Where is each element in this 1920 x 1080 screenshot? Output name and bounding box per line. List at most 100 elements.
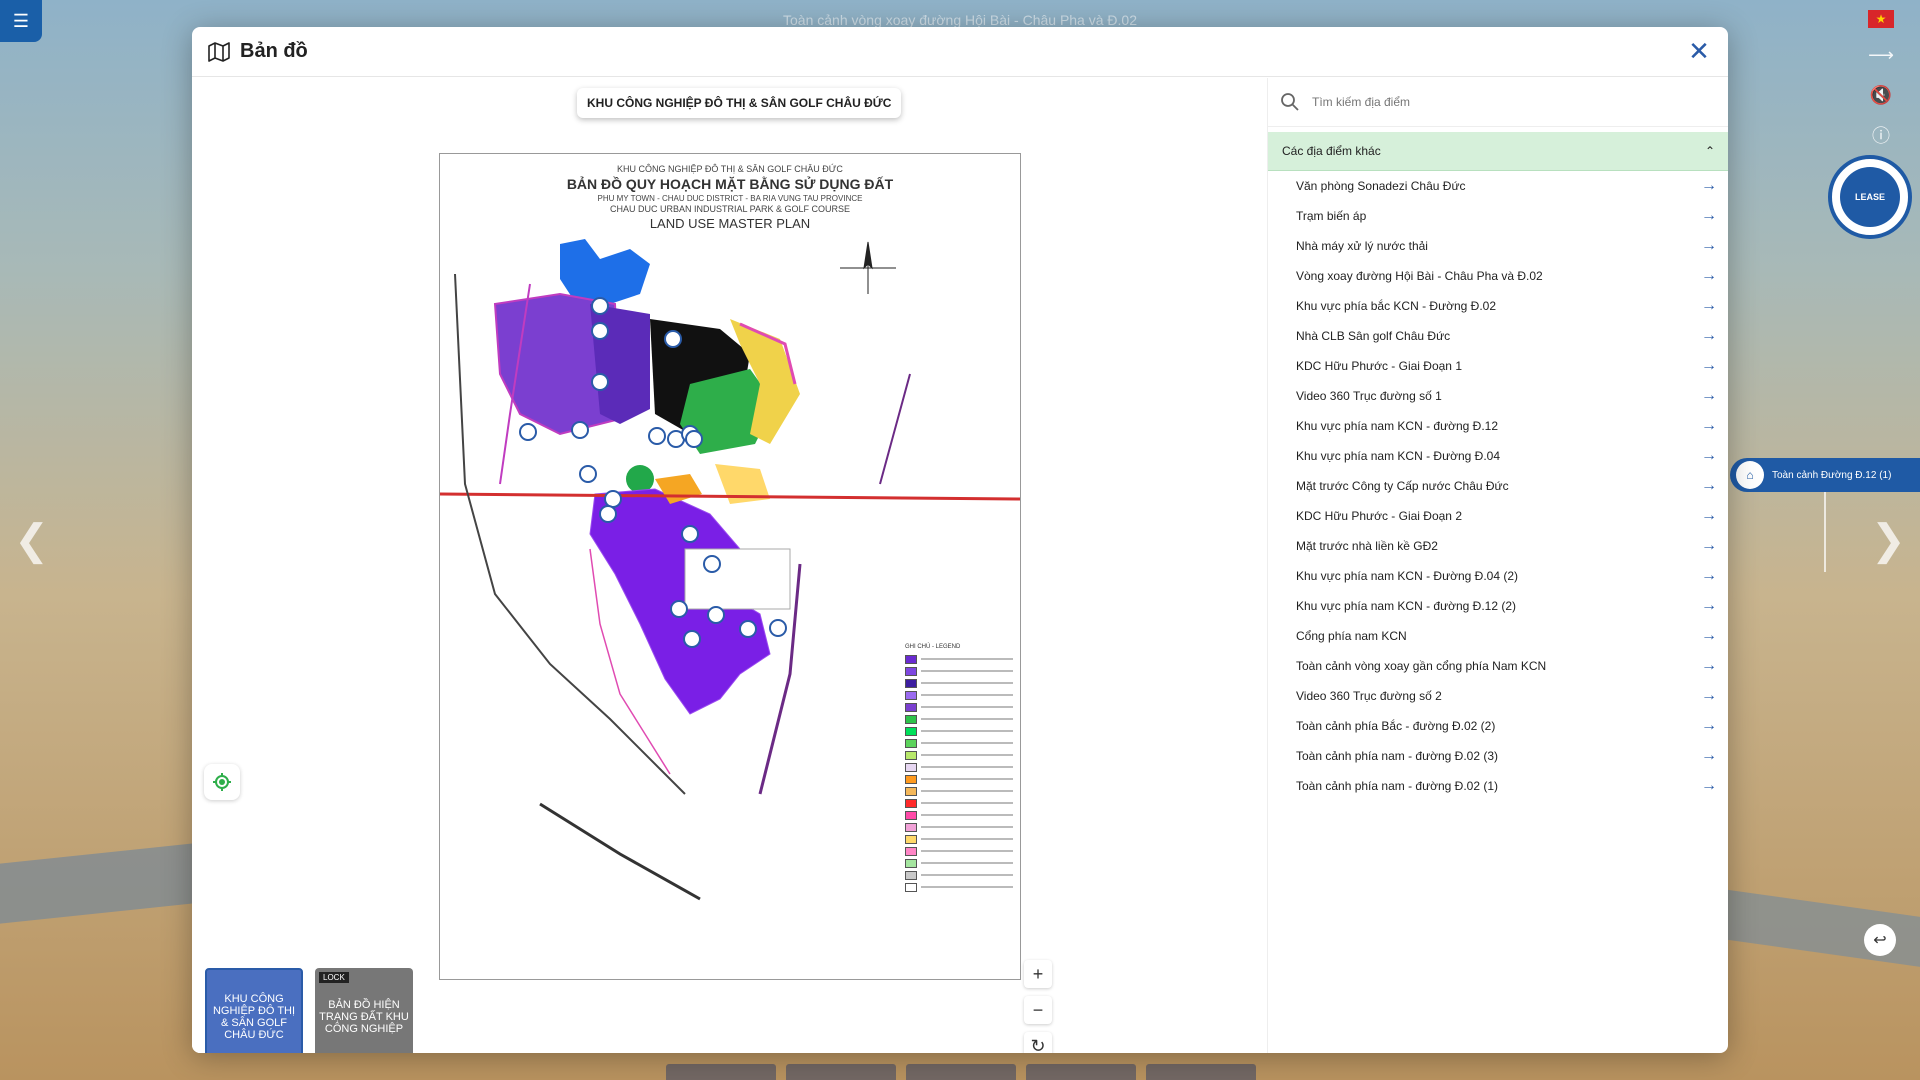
legend-swatch [905,882,917,892]
location-item[interactable]: Khu vực phía nam KCN - đường Đ.12 → [1296,411,1717,441]
legend-swatch [905,822,917,832]
location-item[interactable]: Nhà máy xử lý nước thải → [1296,231,1717,261]
location-item[interactable]: Nhà CLB Sân golf Châu Đức → [1296,321,1717,351]
vietnam-flag-icon[interactable]: ★ [1868,10,1894,28]
panorama-hotspot[interactable]: ⌂ Toàn cảnh Đường Đ.12 (1) [1730,458,1920,492]
location-item[interactable]: Khu vực phía nam KCN - đường Đ.12 (2) → [1296,591,1717,621]
prev-scene-chevron-icon[interactable]: ❮ [14,515,49,564]
legend-text-line [921,730,1013,732]
legend-swatch [905,762,917,772]
location-item-label: Khu vực phía bắc KCN - Đường Đ.02 [1296,299,1497,313]
legend-swatch [905,858,917,868]
location-item[interactable]: Cổng phía nam KCN → [1296,621,1717,651]
legend-text-line [921,802,1013,804]
info-icon[interactable]: ⓘ [1868,122,1894,148]
chevron-up-icon: ⌃ [1704,144,1715,158]
location-item[interactable]: Khu vực phía nam KCN - Đường Đ.04 → [1296,441,1717,471]
zoom-out-button[interactable]: − [1024,996,1052,1024]
legend-row [905,881,1013,893]
hotspot-label: Toàn cảnh Đường Đ.12 (1) [1772,469,1892,481]
map-name-pill[interactable]: KHU CÔNG NGHIỆP ĐÔ THỊ & SÂN GOLF CHÂU Đ… [577,88,902,118]
location-item[interactable]: Mặt trước nhà liền kề GĐ2 → [1296,531,1717,561]
map-pin [579,465,597,483]
location-item[interactable]: KDC Hữu Phước - Giai Đoạn 2 → [1296,501,1717,531]
location-item[interactable]: KDC Hữu Phước - Giai Đoạn 1 → [1296,351,1717,381]
map-pin [591,322,609,340]
location-item[interactable]: Khu vực phía nam KCN - Đường Đ.04 (2) → [1296,561,1717,591]
legend-swatch [905,714,917,724]
zoom-in-button[interactable]: + [1024,960,1052,988]
scene-thumbnail[interactable] [906,1064,1016,1080]
map-viewer[interactable]: KHU CÔNG NGHIỆP ĐÔ THỊ & SÂN GOLF CHÂU Đ… [192,78,1267,1053]
legend-text-line [921,754,1013,756]
legend-text-line [921,886,1013,888]
modal-header: Bản đồ ✕ [192,27,1728,77]
legend-row [905,821,1013,833]
location-item-label: Khu vực phía nam KCN - Đường Đ.04 (2) [1296,569,1519,583]
hamburger-menu-icon[interactable]: ☰ [0,0,42,42]
map-pin [604,490,622,508]
legend-swatch [905,690,917,700]
legend-row [905,713,1013,725]
scene-thumbnail[interactable] [1026,1064,1136,1080]
building-icon: ⌂ [1736,461,1764,489]
location-item[interactable]: Video 360 Trục đường số 1 → [1296,381,1717,411]
legend-swatch [905,702,917,712]
location-item[interactable]: Toàn cảnh phía nam - đường Đ.02 (3) → [1296,741,1717,771]
legend-text-line [921,766,1013,768]
search-input[interactable] [1310,94,1694,110]
location-item-label: Cổng phía nam KCN [1296,629,1407,643]
map-pin [519,423,537,441]
panorama-caption: Toàn cảnh vòng xoay đường Hội Bài - Châu… [783,12,1137,28]
location-item[interactable]: Văn phòng Sonadezi Châu Đức → [1296,171,1717,201]
location-item[interactable]: Toàn cảnh phía Bắc - đường Đ.02 (2) → [1296,711,1717,741]
map-thumbnail-locked[interactable]: LOCK BẢN ĐỒ HIỆN TRẠNG ĐẤT KHU CÔNG NGHI… [315,968,413,1053]
location-group-label: Các địa điểm khác [1282,144,1381,158]
location-item[interactable]: Mặt trước Công ty Cấp nước Châu Đức → [1296,471,1717,501]
location-item-label: Toàn cảnh phía nam - đường Đ.02 (3) [1296,749,1499,763]
lake-area [560,239,650,304]
scene-thumbnail[interactable] [786,1064,896,1080]
legend-swatch [905,810,917,820]
reset-view-icon[interactable]: ↻ [1024,1032,1052,1053]
arrow-right-icon: → [1701,627,1717,644]
location-item-label: Nhà máy xử lý nước thải [1296,239,1428,253]
map-thumbnail-active[interactable]: KHU CÔNG NGHIỆP ĐÔ THỊ & SÂN GOLF CHÂU Đ… [205,968,303,1053]
location-item[interactable]: Toàn cảnh phía nam - đường Đ.02 (1) → [1296,771,1717,801]
legend-row [905,785,1013,797]
legend-text-line [921,826,1013,828]
location-item-label: KDC Hữu Phước - Giai Đoạn 1 [1296,359,1462,373]
next-scene-chevron-icon[interactable]: ❯ [1871,515,1906,564]
legend-row [905,725,1013,737]
compass-rose-icon [840,241,896,294]
map-pin [685,430,703,448]
legend-text-line [921,658,1013,660]
location-item[interactable]: Trạm biến áp → [1296,201,1717,231]
close-icon[interactable]: ✕ [1686,38,1712,64]
location-item[interactable]: Vòng xoay đường Hội Bài - Châu Pha và Đ.… [1296,261,1717,291]
scene-thumbnail[interactable] [1146,1064,1256,1080]
land-use-master-plan: KHU CÔNG NGHIỆP ĐÔ THỊ & SÂN GOLF CHÂU Đ… [439,153,1021,980]
arrow-right-icon: → [1701,447,1717,464]
mute-icon[interactable]: 🔇 [1868,82,1894,108]
map-icon [208,41,230,62]
scene-thumbnail[interactable] [666,1064,776,1080]
location-item[interactable]: Khu vực phía bắc KCN - Đường Đ.02 → [1296,291,1717,321]
legend-row [905,869,1013,881]
plan-legend: GHI CHÚ - LEGEND [905,644,1013,893]
locate-button[interactable] [204,764,240,800]
location-item-label: Video 360 Trục đường số 1 [1296,389,1442,403]
arrow-right-icon: → [1701,777,1717,794]
share-icon[interactable]: ⟶ [1868,42,1894,68]
location-item[interactable]: Toàn cảnh vòng xoay gần cổng phía Nam KC… [1296,651,1717,681]
location-list: Văn phòng Sonadezi Châu Đức → Trạm biến áp… [1268,171,1728,801]
location-group-header[interactable]: Các địa điểm khác ⌃ [1268,132,1728,171]
legend-row [905,833,1013,845]
legend-row [905,677,1013,689]
lease-logo-badge[interactable]: LEASE [1828,155,1912,239]
legend-swatch [905,834,917,844]
exit-icon[interactable]: ↩ [1864,924,1896,956]
legend-row [905,701,1013,713]
location-item[interactable]: Video 360 Trục đường số 2 → [1296,681,1717,711]
legend-swatch [905,870,917,880]
